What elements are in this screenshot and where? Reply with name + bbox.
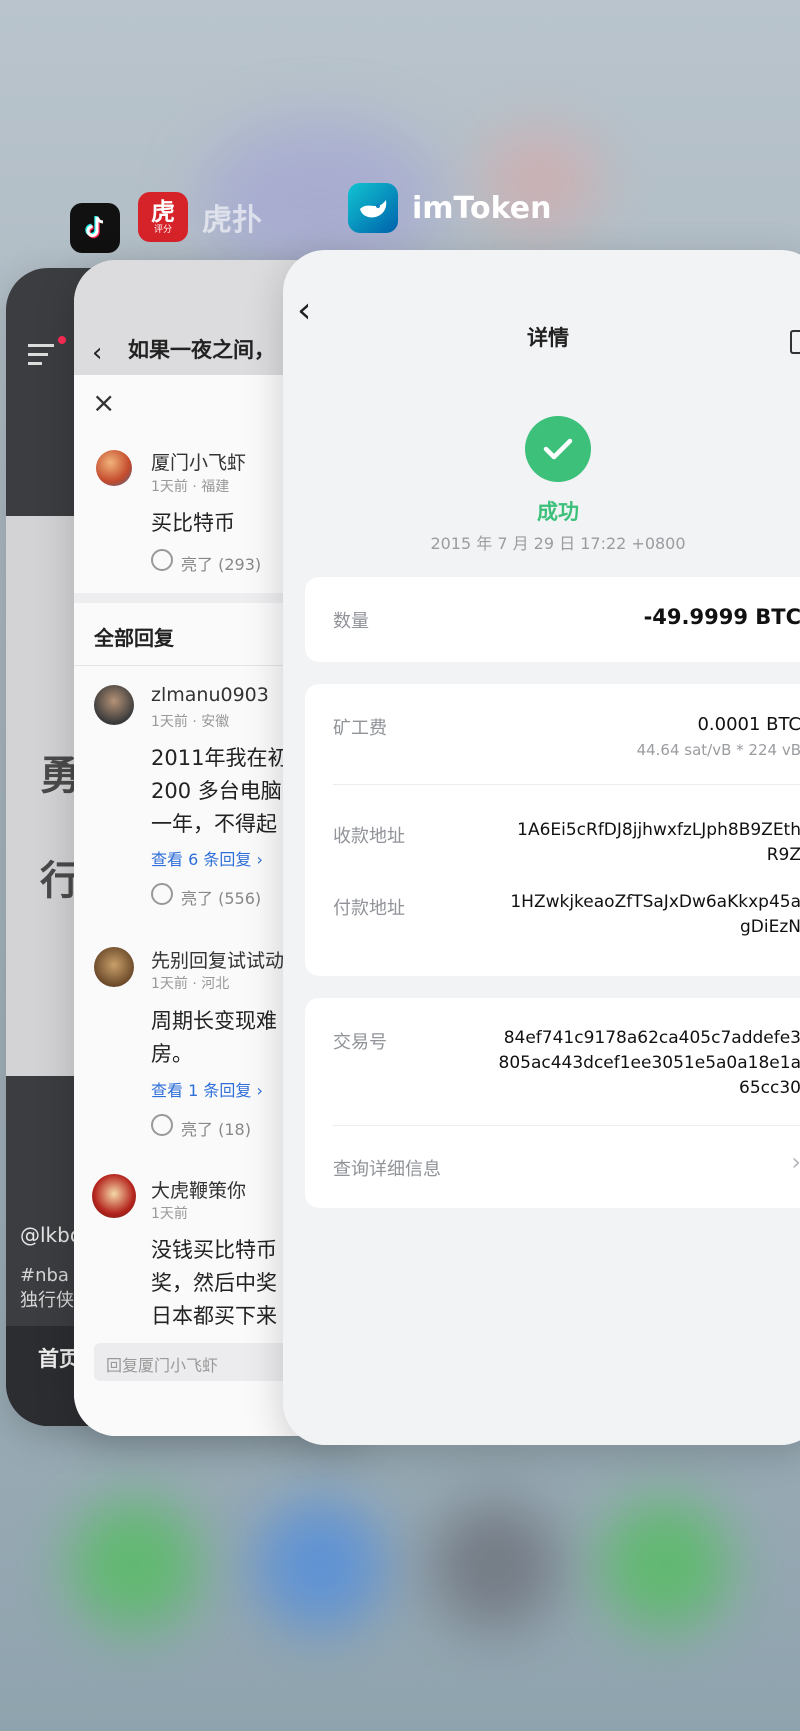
- post-author[interactable]: 厦门小飞虾: [151, 448, 246, 475]
- thread-title: 如果一夜之间，: [128, 338, 275, 362]
- success-check-icon: [525, 416, 591, 482]
- like-icon[interactable]: [151, 549, 173, 571]
- reply-text-line: 房。: [151, 1042, 193, 1066]
- txid-line: 84ef741c9178a62ca405c7addefe3: [503, 1028, 800, 1048]
- reply-text-line: 200 多台电脑: [151, 779, 282, 803]
- avatar: [94, 947, 134, 987]
- reply-author[interactable]: zlmanu0903: [151, 684, 269, 706]
- share-icon[interactable]: [790, 330, 800, 354]
- view-replies-link[interactable]: 查看 1 条回复 ›: [151, 1077, 263, 1101]
- view-replies-text: 查看 1 条回复: [151, 1081, 252, 1100]
- hupu-icon-glyph: 虎: [151, 198, 175, 226]
- txid-block: 交易号 84ef741c9178a62ca405c7addefe3 805ac4…: [305, 998, 800, 1208]
- txid-line: 805ac443dcef1ee3051e5a0a18e1a: [498, 1053, 800, 1073]
- timestamp: 2015 年 7 月 29 日 17:22 +0800: [430, 534, 686, 553]
- reply-text-line: 奖，然后中奖: [151, 1271, 277, 1295]
- address-line: 1HZwkjkeaoZfTSaJxDw6aKkxp45a: [510, 892, 800, 912]
- chevron-right-icon: ›: [256, 850, 263, 869]
- avatar: [94, 685, 134, 725]
- chevron-right-icon: ›: [256, 1081, 263, 1100]
- author-handle[interactable]: @lkbo: [20, 1223, 82, 1247]
- query-details-link[interactable]: 查询详细信息: [333, 1155, 441, 1181]
- back-icon[interactable]: ‹: [92, 338, 102, 368]
- notification-dot: [58, 336, 66, 344]
- post-text: 买比特币: [151, 511, 235, 535]
- like-count: 亮了 (556): [181, 889, 262, 908]
- amount-label: 数量: [333, 611, 369, 632]
- reply-meta: 1天前: [151, 1206, 188, 1222]
- avatar: [92, 1174, 136, 1218]
- section-title: 全部回复: [94, 626, 174, 650]
- divider: [333, 784, 800, 785]
- reply-meta: 1天前 · 安徽: [151, 714, 230, 730]
- hupu-badge: 评分: [153, 225, 172, 235]
- reply-meta: 1天前 · 河北: [151, 976, 230, 992]
- txid-value[interactable]: 84ef741c9178a62ca405c7addefe3 805ac443dc…: [481, 1026, 800, 1101]
- app-label-imtoken[interactable]: imToken: [348, 183, 551, 233]
- fee-value: 0.0001 BTC: [697, 714, 800, 735]
- avatar: [96, 450, 132, 486]
- caption-sub: 独行侠: [20, 1290, 74, 1311]
- reply-text-line: 2011年我在初: [151, 746, 289, 770]
- dock-app-icon: [430, 1500, 560, 1630]
- reply-input-placeholder: 回复厦门小飞虾: [106, 1356, 219, 1375]
- reply-author[interactable]: 大虎鞭策你: [151, 1176, 246, 1203]
- address-line: R9Z: [766, 845, 800, 865]
- app-label-hupu[interactable]: 虎 评分 虎扑: [138, 192, 262, 242]
- app-name-imtoken: imToken: [412, 190, 552, 226]
- to-address-value[interactable]: 1A6Ei5cRfDJ8jjhwxfzLJph8B9ZEth R9Z: [481, 818, 800, 868]
- app-card-imtoken[interactable]: ‹ 详情 成功 2015 年 7 月 29 日 17:22 +0800 数量 -…: [283, 250, 800, 1445]
- app-name-hupu: 虎扑: [202, 203, 262, 238]
- view-replies-link[interactable]: 查看 6 条回复 ›: [151, 846, 263, 870]
- dock-safari-icon: [255, 1500, 385, 1630]
- page-title: 详情: [527, 326, 569, 350]
- from-address-value[interactable]: 1HZwkjkeaoZfTSaJxDw6aKkxp45a gDiEzN: [481, 890, 800, 940]
- txid-label: 交易号: [333, 1032, 387, 1053]
- reply-text-line: 一年，不得起: [151, 812, 277, 836]
- txid-line: 65cc30: [739, 1078, 800, 1098]
- dock-phone-icon: [70, 1500, 200, 1630]
- address-line: gDiEzN: [740, 917, 800, 937]
- divider: [333, 1125, 800, 1126]
- menu-icon: [28, 344, 54, 365]
- chevron-right-icon: ›: [791, 1148, 800, 1176]
- like-icon[interactable]: [151, 883, 173, 905]
- imtoken-icon: [348, 183, 398, 233]
- hupu-icon: 虎 评分: [138, 192, 188, 242]
- amount-value: -49.9999 BTC: [643, 605, 800, 629]
- reply-author[interactable]: 先别回复试试动: [151, 946, 284, 973]
- amount-block: 数量 -49.9999 BTC: [305, 577, 800, 662]
- to-address-label: 收款地址: [333, 826, 405, 847]
- details-block: 矿工费 0.0001 BTC 44.64 sat/vB * 224 vB 收款地…: [305, 684, 800, 976]
- reply-text-line: 没钱买比特币: [151, 1238, 277, 1262]
- post-meta: 1天前 · 福建: [151, 479, 230, 495]
- fee-detail: 44.64 sat/vB * 224 vB: [636, 741, 800, 759]
- address-line: 1A6Ei5cRfDJ8jjhwxfzLJph8B9ZEth: [517, 820, 800, 840]
- view-replies-text: 查看 6 条回复: [151, 850, 252, 869]
- status-text: 成功: [537, 500, 579, 524]
- like-icon[interactable]: [151, 1114, 173, 1136]
- tiktok-icon: [70, 203, 120, 253]
- reply-text-line: 日本都买下来: [151, 1304, 277, 1328]
- like-count: 亮了 (18): [181, 1120, 251, 1139]
- close-icon[interactable]: ×: [92, 386, 115, 419]
- like-count: 亮了 (293): [181, 555, 262, 574]
- from-address-label: 付款地址: [333, 898, 405, 919]
- app-label-tiktok[interactable]: [70, 203, 120, 253]
- fee-label: 矿工费: [333, 718, 387, 739]
- reply-text-line: 周期长变现难: [151, 1009, 277, 1033]
- dock-messages-icon: [600, 1500, 730, 1630]
